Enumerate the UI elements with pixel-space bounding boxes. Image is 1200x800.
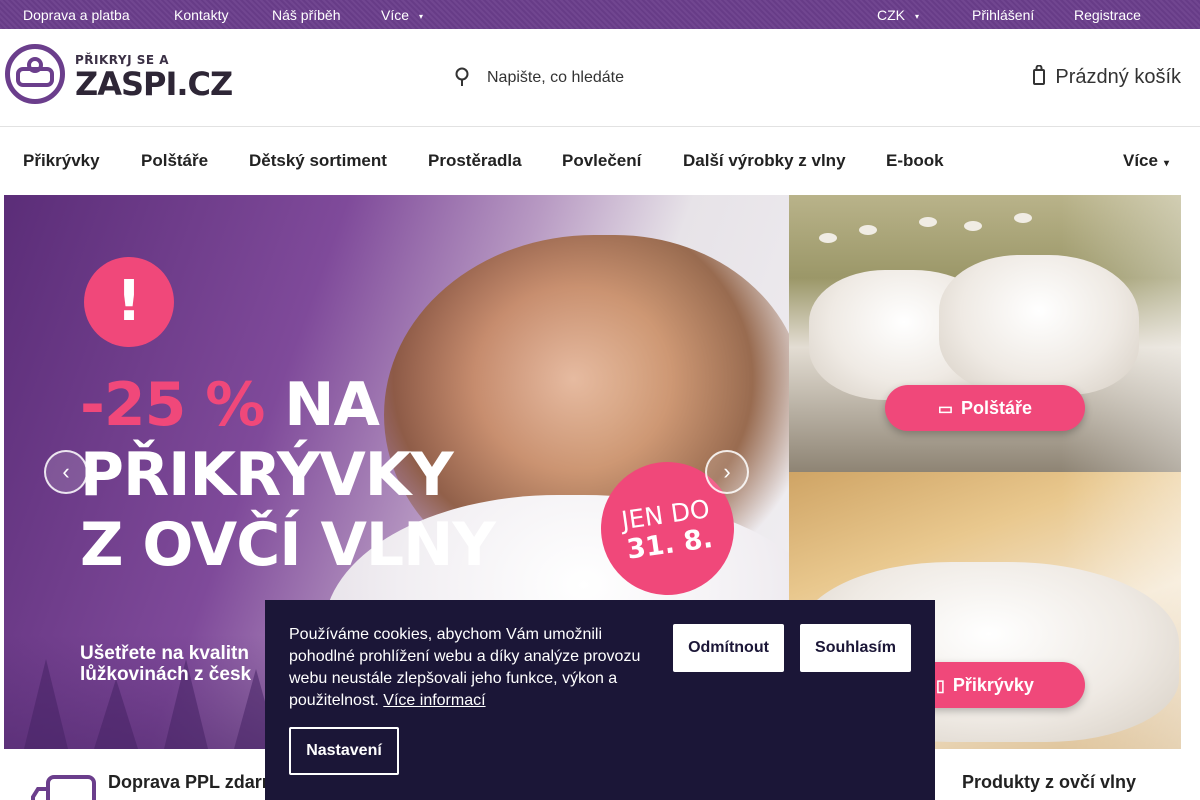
chevron-left-icon: ‹ [62,459,70,484]
hero-line3: Z OVČÍ VLNY [80,510,496,580]
hero-subtitle-line1: Ušetřete na kvalitn [80,643,249,664]
chevron-down-icon: ▾ [1163,158,1170,169]
header: PŘIKRYJ SE A ZASPI.CZ Napište, co hledát… [0,29,1200,127]
sheep-shape [859,225,877,235]
main-nav: Přikrývky Polštáře Dětský sortiment Pros… [0,127,1200,195]
cookie-message: Používáme cookies, abychom Vám umožnili … [289,624,659,712]
logo-mark-icon [5,44,65,104]
carousel-next-button[interactable]: › [705,450,749,494]
search-placeholder: Napište, co hledáte [487,69,624,86]
sheep-shape [819,233,837,243]
more-menu-label: Více [381,7,410,23]
chevron-down-icon: ▾ [419,12,424,21]
nav-item-sheets[interactable]: Prostěradla [428,151,522,171]
currency-select[interactable]: CZK ▾ [877,7,919,23]
banner-pillows-button[interactable]: ▭ Polštáře [885,385,1085,431]
logo[interactable]: PŘIKRYJ SE A ZASPI.CZ [4,43,233,105]
currency-label: CZK [877,7,905,23]
nav-item-pillows[interactable]: Polštáře [141,151,208,171]
more-menu[interactable]: Více ▾ [381,7,423,23]
cookie-settings-button[interactable]: Nastavení [289,727,399,775]
link-shipping[interactable]: Doprava a platba [23,7,130,23]
nav-more-label: Více [1123,151,1158,170]
cart-button[interactable]: Prázdný košík [1033,65,1181,89]
pillow-shape [939,255,1139,395]
chevron-down-icon: ▾ [915,12,920,21]
nav-item-kids[interactable]: Dětský sortiment [249,151,387,171]
nav-item-wool-products[interactable]: Další výrobky z vlny [683,151,846,171]
cookie-banner: Používáme cookies, abychom Vám umožnili … [265,600,935,800]
cookie-accept-button[interactable]: Souhlasím [800,624,911,672]
link-register[interactable]: Registrace [1074,7,1141,23]
truck-icon [31,775,96,800]
banner-pillows[interactable]: ▭ Polštáře [789,195,1181,472]
benefit-shipping: Doprava PPL zdarm [108,772,278,792]
hero-exclamation-badge: ! [84,257,174,347]
search-icon [455,67,469,86]
hero-discount: -25 % [80,370,265,440]
logo-brand: ZASPI.CZ [75,65,233,103]
duvet-icon: ▯ [936,678,945,695]
nav-more[interactable]: Více ▾ [1123,151,1169,171]
hero-line2: PŘIKRÝVKY [80,440,454,510]
link-our-story[interactable]: Náš příběh [272,7,340,23]
benefit-wool: Produkty z ovčí vlny [962,772,1137,792]
nav-item-bedding[interactable]: Povlečení [562,151,641,171]
sheep-shape [919,217,937,227]
sheep-shape [964,221,982,231]
hero-subtitle: Ušetřete na kvalitn lůžkovinách z česk [80,643,251,685]
link-contacts[interactable]: Kontakty [174,7,228,23]
banner-duvets-label: Přikrývky [952,675,1034,695]
nav-item-duvets[interactable]: Přikrývky [23,151,100,171]
cookie-reject-button[interactable]: Odmítnout [673,624,784,672]
tree-shape [94,679,138,749]
tree-shape [24,659,68,749]
hero-headline: -25 % NA PŘIKRÝVKY Z OVČÍ VLNY [80,370,496,580]
sheep-shape [1014,213,1032,223]
hero-subtitle-line2: lůžkovinách z česk [80,664,252,685]
cart-icon [1033,65,1046,85]
top-bar: Doprava a platba Kontakty Náš příběh Víc… [0,0,1200,29]
nav-item-ebook[interactable]: E-book [886,151,944,171]
carousel-prev-button[interactable]: ‹ [44,450,88,494]
link-login[interactable]: Přihlášení [972,7,1034,23]
banner-pillows-label: Polštáře [961,398,1033,418]
chevron-right-icon: › [723,459,731,484]
cart-label: Prázdný košík [1055,66,1181,88]
pillow-icon: ▭ [937,401,954,418]
hero-line1-rest: NA [284,370,380,440]
search-input[interactable]: Napište, co hledáte [455,63,755,93]
cookie-more-info-link[interactable]: Více informací [383,692,485,709]
